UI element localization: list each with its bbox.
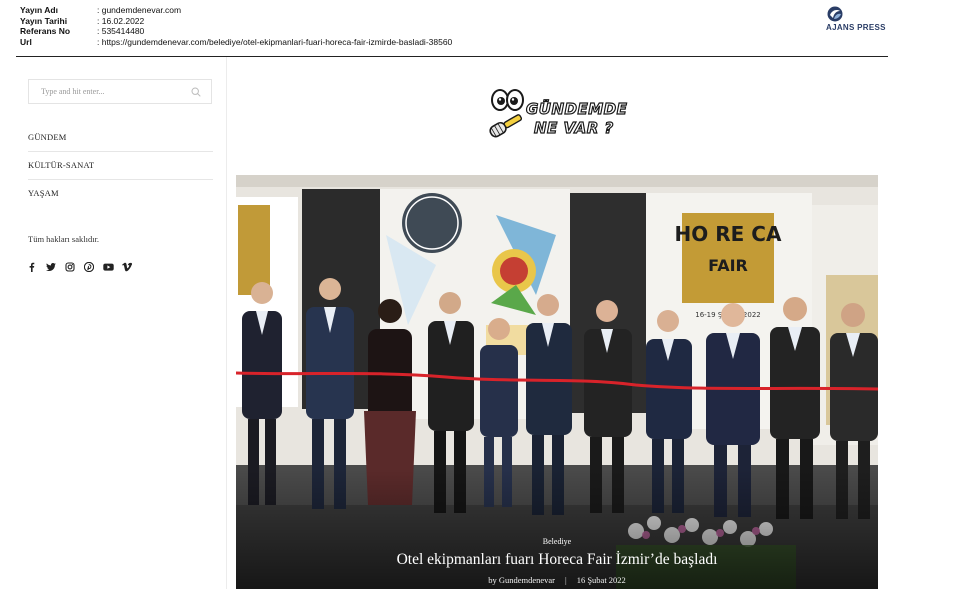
article-meta: by Gundemdenevar | 16 Şubat 2022: [236, 575, 878, 585]
copyright-text: Tüm hakları saklıdır.: [28, 234, 100, 244]
clip-key: Yayın Tarihi: [20, 15, 68, 26]
agency-globe-icon: [827, 6, 843, 22]
clip-metadata: Yayın Adı : gundemdenevar.com Yayın Tari…: [20, 5, 452, 47]
sidebar-divider: [226, 57, 227, 589]
vimeo-icon[interactable]: [122, 262, 132, 272]
sidebar-item-yasam[interactable]: YAŞAM: [28, 180, 213, 207]
facebook-icon[interactable]: [27, 262, 37, 272]
meta-separator: |: [564, 575, 567, 585]
clip-row-date: Yayın Tarihi : 16.02.2022: [20, 16, 452, 27]
clip-row-reference: Referans No : 535414480: [20, 26, 452, 37]
clip-value: : 16.02.2022: [97, 15, 145, 26]
search-box: [28, 79, 212, 104]
agency-name: AJANS PRESS: [826, 23, 886, 32]
agency-logo: AJANS PRESS: [826, 6, 890, 32]
clip-row-publication: Yayın Adı : gundemdenevar.com: [20, 5, 452, 16]
instagram-icon[interactable]: [65, 262, 75, 272]
sidebar-item-kultur-sanat[interactable]: KÜLTÜR-SANAT: [28, 152, 213, 180]
search-icon[interactable]: [191, 87, 201, 97]
social-links: [27, 262, 132, 272]
clip-value: : https://gundemdenevar.com/belediye/ote…: [97, 36, 453, 47]
banner-text: HO RE CA: [675, 222, 782, 246]
twitter-icon[interactable]: [46, 262, 56, 272]
clip-value: : 535414480: [97, 26, 145, 37]
clip-row-url: Url : https://gundemdenevar.com/belediye…: [20, 37, 452, 48]
article-date: 16 Şubat 2022: [576, 575, 626, 585]
featured-overlay: [236, 469, 878, 589]
youtube-icon[interactable]: [103, 262, 114, 272]
clip-value: : gundemdenevar.com: [97, 5, 182, 15]
header-divider: [16, 56, 888, 57]
search-input[interactable]: [29, 80, 201, 103]
sidebar-menu: GÜNDEM KÜLTÜR-SANAT YAŞAM: [28, 124, 213, 207]
clip-key: Url: [20, 36, 32, 47]
logo-text-line-1: GÜNDEMDE: [526, 99, 628, 118]
sidebar-item-gundem[interactable]: GÜNDEM: [28, 124, 213, 152]
site-logo[interactable]: GÜNDEMDE NE VAR ?: [484, 88, 634, 144]
article-title-link[interactable]: Otel ekipmanları fuarı Horeca Fair İzmir…: [236, 551, 878, 569]
featured-article[interactable]: HO RE CA FAIR 16-19 ŞUBAT 2022: [236, 175, 878, 589]
clip-key: Yayın Adı: [20, 5, 58, 15]
article-category-link[interactable]: Belediye: [236, 537, 878, 546]
article-author[interactable]: by Gundemdenevar: [488, 575, 555, 585]
banner-fair-text: FAIR: [708, 256, 748, 275]
logo-text-line-2: NE VAR ?: [534, 119, 614, 137]
clip-key: Referans No: [20, 26, 71, 37]
pinterest-icon[interactable]: [84, 262, 94, 272]
